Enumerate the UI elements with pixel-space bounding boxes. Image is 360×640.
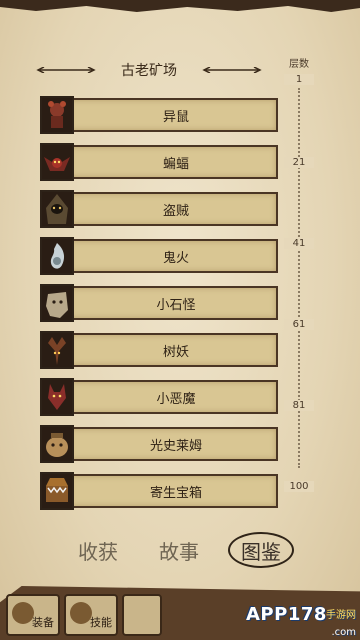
skills-label: 技能 [90,616,112,629]
monster-row[interactable]: 寄生宝箱 [40,472,278,510]
monster-row[interactable]: 异鼠 [40,96,278,134]
floor-tick: 1 [284,74,314,85]
equipment-label: 装备 [32,616,54,629]
tree-demon-icon [40,331,74,369]
codex-tabs: 收获 故事 图鉴 [0,532,360,570]
monster-name: 蝙蝠 [162,157,189,172]
thief-icon [40,190,74,228]
floor-tick: 100 [284,481,314,492]
monster-name: 树妖 [162,345,189,360]
area-title-row: 古老矿场 [36,58,262,82]
floor-tick: 21 [284,157,314,168]
ghost-fire-icon [40,237,74,275]
monster-row[interactable]: 鬼火 [40,237,278,275]
rat-icon [40,96,74,134]
stone-golem-icon [40,284,74,322]
floor-tick: 81 [284,400,314,411]
imp-icon [40,378,74,416]
monster-row[interactable]: 小石怪 [40,284,278,322]
light-slime-icon [40,425,74,463]
monster-row[interactable]: 光史莱姆 [40,425,278,463]
monster-list: 异鼠 蝙蝠 盗贼 鬼火 小石怪 树妖 小恶魔 光史莱姆 寄生宝箱 [40,96,278,519]
floor-scale-label: 层数 [289,59,309,70]
more-button[interactable] [122,594,162,636]
skills-icon [70,602,92,624]
watermark-url: .com [331,627,356,638]
tab-codex[interactable]: 图鉴 [241,536,281,565]
monster-name: 光史莱姆 [149,439,202,454]
monster-name: 鬼火 [162,251,189,266]
floor-scale-line [298,88,300,468]
right-arrow-ornament-icon [202,67,262,73]
monster-name: 寄生宝箱 [149,486,202,501]
monster-row[interactable]: 蝙蝠 [40,143,278,181]
monster-name: 异鼠 [162,110,189,125]
mimic-chest-icon [40,472,74,510]
watermark-text: APP178 [246,604,327,625]
monster-row[interactable]: 树妖 [40,331,278,369]
bat-icon [40,143,74,181]
watermark-sub: 手游网 [326,610,356,621]
tab-harvest[interactable]: 收获 [78,536,118,565]
floor-tick: 41 [284,238,314,249]
equipment-icon [12,602,34,624]
monster-name: 小石怪 [156,298,196,313]
app178-watermark: APP178 手游网 .com [246,604,358,638]
monster-name: 小恶魔 [156,392,196,407]
tab-story[interactable]: 故事 [159,536,199,565]
monster-row[interactable]: 盗贼 [40,190,278,228]
skills-button[interactable]: 技能 [64,594,118,636]
floor-tick: 61 [284,319,314,330]
monster-name: 盗贼 [162,204,189,219]
monster-row[interactable]: 小恶魔 [40,378,278,416]
equipment-button[interactable]: 装备 [6,594,60,636]
